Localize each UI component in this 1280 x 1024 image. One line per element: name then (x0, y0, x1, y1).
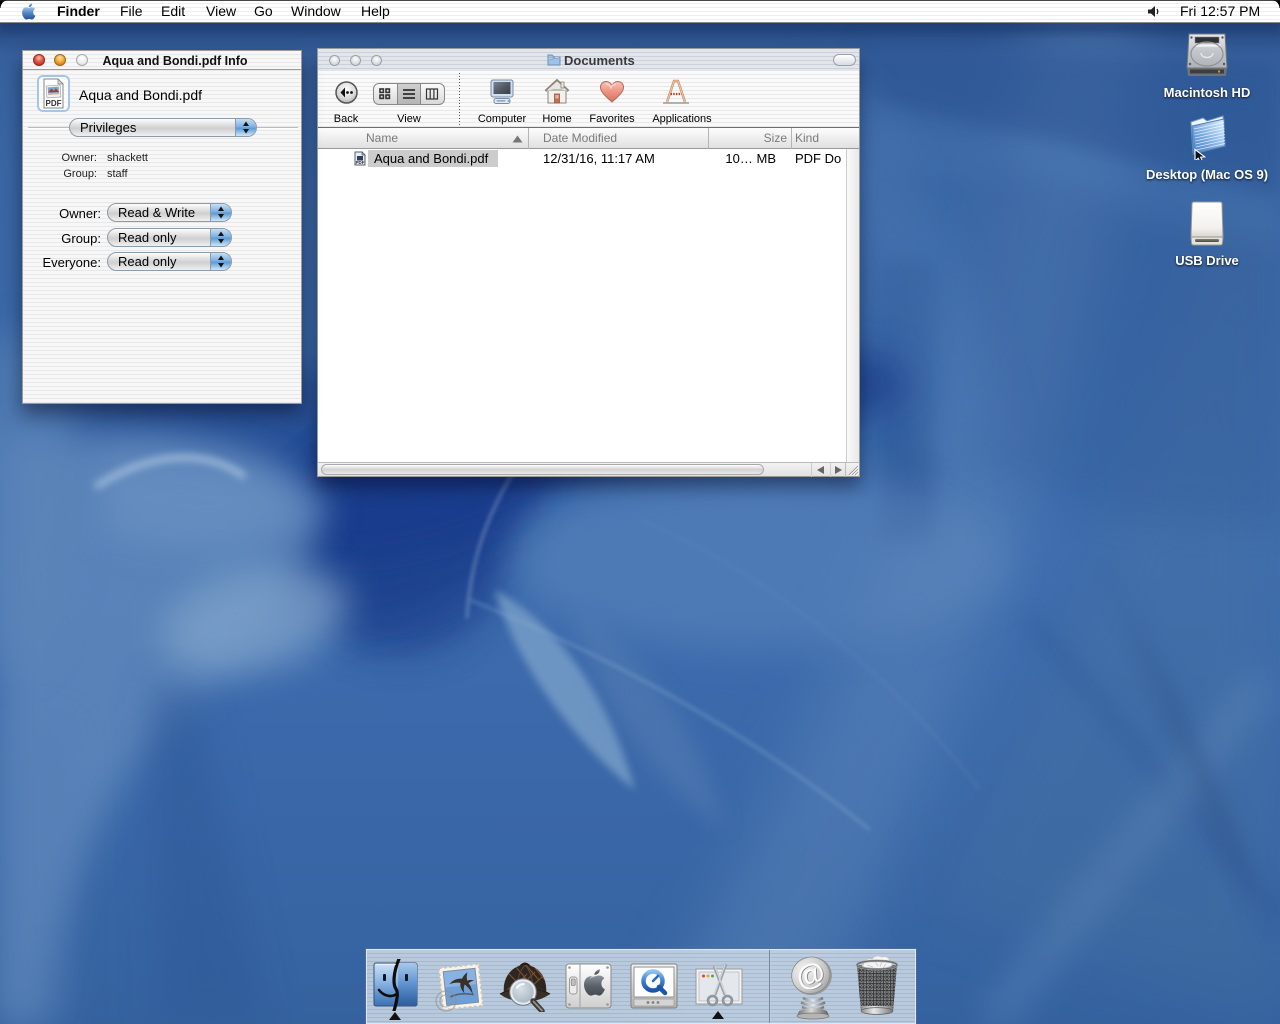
svg-text:PDF: PDF (356, 160, 365, 165)
svg-text:PDF: PDF (46, 99, 62, 108)
